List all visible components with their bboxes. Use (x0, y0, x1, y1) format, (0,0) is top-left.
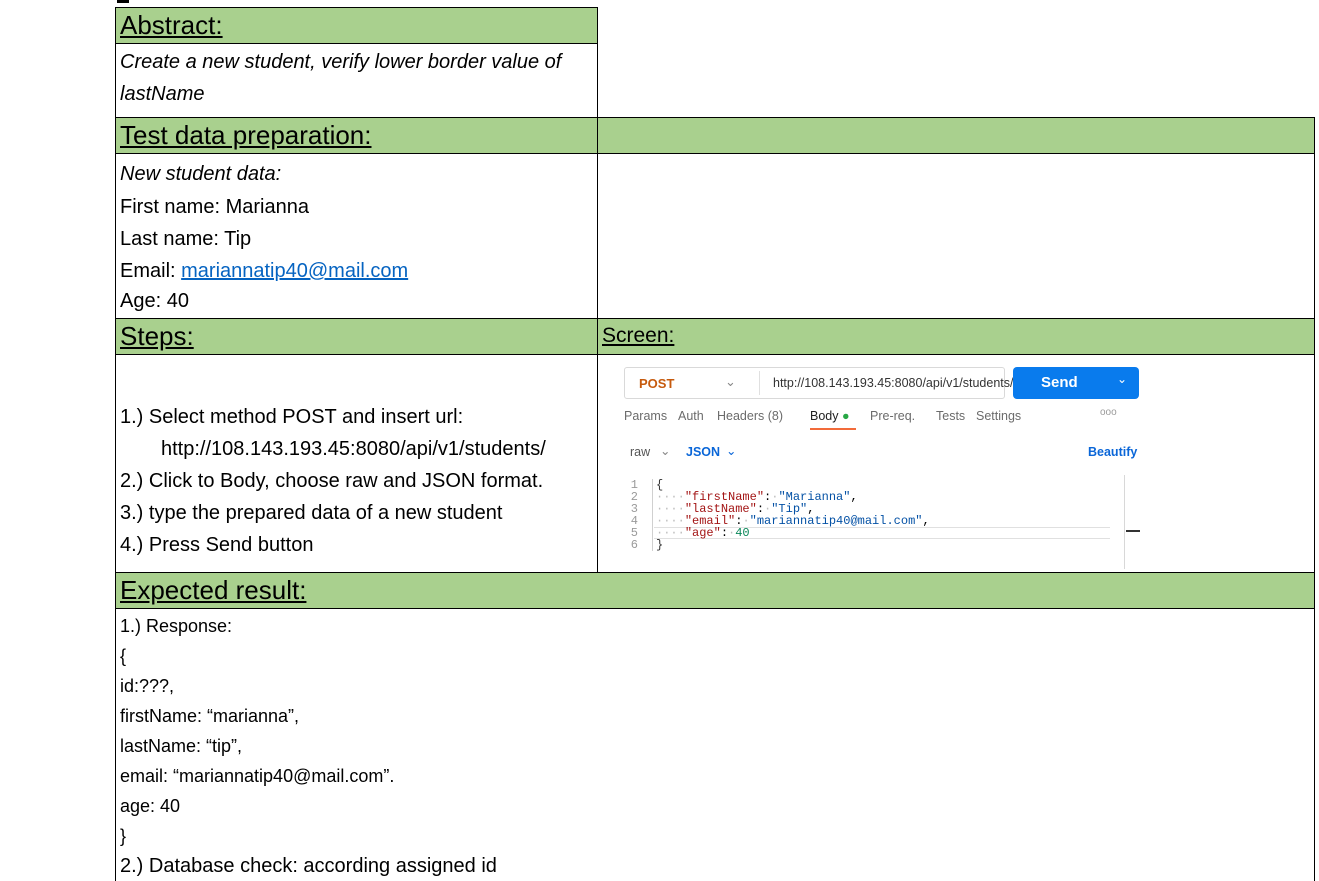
request-bar: POST ⌄ http://108.143.193.45:8080/api/v1… (624, 367, 1013, 399)
url-input[interactable]: http://108.143.193.45:8080/api/v1/studen… (773, 376, 1013, 390)
code-editor[interactable]: 1 2 3 4 5 6 { ····"firstName":·"Marianna… (614, 475, 1144, 569)
first-name-line: First name: Marianna (120, 196, 309, 218)
steps-cell: 1.) Select method POST and insert url: h… (115, 354, 598, 573)
expected-line-2: { (120, 646, 127, 666)
step-3: 3.) type the prepared data of a new stud… (120, 502, 503, 524)
expected-line-8: } (120, 826, 127, 846)
method-select[interactable]: POST (639, 376, 674, 391)
key-age: "age" (684, 526, 721, 540)
email-label: Email: (120, 260, 182, 282)
more-icon[interactable]: ooo (1100, 407, 1117, 418)
tab-prereq[interactable]: Pre-req. (870, 409, 915, 423)
request-bar-divider (759, 371, 760, 395)
editor-scroll-marker[interactable] (1126, 530, 1140, 532)
expected-header: Expected result: (115, 572, 1315, 609)
step-1: 1.) Select method POST and insert url: (120, 406, 464, 428)
screen-cell: POST ⌄ http://108.143.193.45:8080/api/v1… (597, 354, 1315, 573)
abstract-text-line1: Create a new student, verify lower borde… (120, 51, 562, 73)
method-chevron-icon[interactable]: ⌄ (725, 374, 736, 390)
step-4: 4.) Press Send button (120, 534, 314, 556)
expected-header-label: Expected result: (120, 575, 307, 605)
abstract-text-line2: lastName (120, 83, 205, 105)
expected-line-7: age: 40 (120, 796, 181, 816)
expected-line-3: id:???, (120, 676, 175, 696)
tab-body[interactable]: Body ● (810, 409, 850, 423)
screen-header-label: Screen: (602, 324, 675, 347)
last-name-line: Last name: Tip (120, 228, 252, 250)
tab-params[interactable]: Params (624, 409, 667, 423)
raw-select[interactable]: raw (630, 445, 650, 459)
expected-cell: 1.) Response: { id:???, firstName: “mari… (115, 608, 1315, 881)
abstract-header: Abstract: (115, 7, 598, 44)
test-data-header-right (597, 117, 1315, 154)
tab-tests[interactable]: Tests (936, 409, 965, 423)
postman-screenshot: POST ⌄ http://108.143.193.45:8080/api/v1… (614, 363, 1144, 569)
line-number-6: 6 (630, 538, 638, 552)
email-line: Email: mariannatip40@mail.com (120, 255, 593, 287)
code-line-age: ····"age":·40 (656, 526, 750, 540)
step-1-url: http://108.143.193.45:8080/api/v1/studen… (161, 438, 546, 460)
email-link[interactable]: mariannatip40@mail.com (181, 260, 408, 282)
abstract-header-label: Abstract: (120, 10, 223, 40)
test-data-header-label: Test data preparation: (120, 120, 372, 150)
expected-line-1: 1.) Response: (120, 616, 233, 636)
test-data-cell: New student data: First name: Marianna L… (115, 153, 598, 319)
json-chevron-icon[interactable]: ⌄ (726, 443, 736, 458)
expected-line-5: lastName: “tip”, (120, 736, 243, 756)
indent-guide (652, 479, 653, 551)
expected-line-9: 2.) Database check: according assigned i… (120, 855, 497, 877)
beautify-button[interactable]: Beautify (1088, 445, 1137, 459)
send-button-label: Send (1041, 374, 1078, 391)
json-select[interactable]: JSON (686, 445, 720, 459)
tab-auth[interactable]: Auth (678, 409, 704, 423)
expected-line-4: firstName: “marianna”, (120, 706, 300, 726)
steps-header-label: Steps: (120, 321, 194, 351)
abstract-cell: Create a new student, verify lower borde… (115, 43, 598, 118)
code-close-brace: } (656, 538, 664, 552)
test-data-intro: New student data: (120, 163, 282, 185)
send-button[interactable]: Send ⌄ (1013, 367, 1139, 399)
test-data-header: Test data preparation: (115, 117, 598, 154)
raw-chevron-icon[interactable]: ⌄ (660, 443, 670, 458)
age-line: Age: 40 (120, 290, 189, 312)
value-age: 40 (735, 526, 750, 540)
expected-line-6: email: “mariannatip40@mail.com”. (120, 766, 395, 786)
step-2: 2.) Click to Body, choose raw and JSON f… (120, 470, 544, 492)
value-email: "mariannatip40@mail.com" (749, 514, 923, 528)
send-chevron-icon[interactable]: ⌄ (1117, 372, 1127, 386)
tab-body-label: Body (810, 409, 839, 423)
tab-body-underline (810, 428, 856, 430)
editor-scrollbar-track[interactable] (1124, 475, 1125, 569)
tab-headers[interactable]: Headers (8) (717, 409, 783, 423)
body-indicator-icon: ● (841, 409, 850, 423)
test-data-right-cell (597, 153, 1315, 319)
steps-header: Steps: (115, 318, 598, 355)
page-edge-mark (117, 0, 129, 3)
screen-header: Screen: (597, 318, 1315, 355)
tab-settings[interactable]: Settings (976, 409, 1021, 423)
